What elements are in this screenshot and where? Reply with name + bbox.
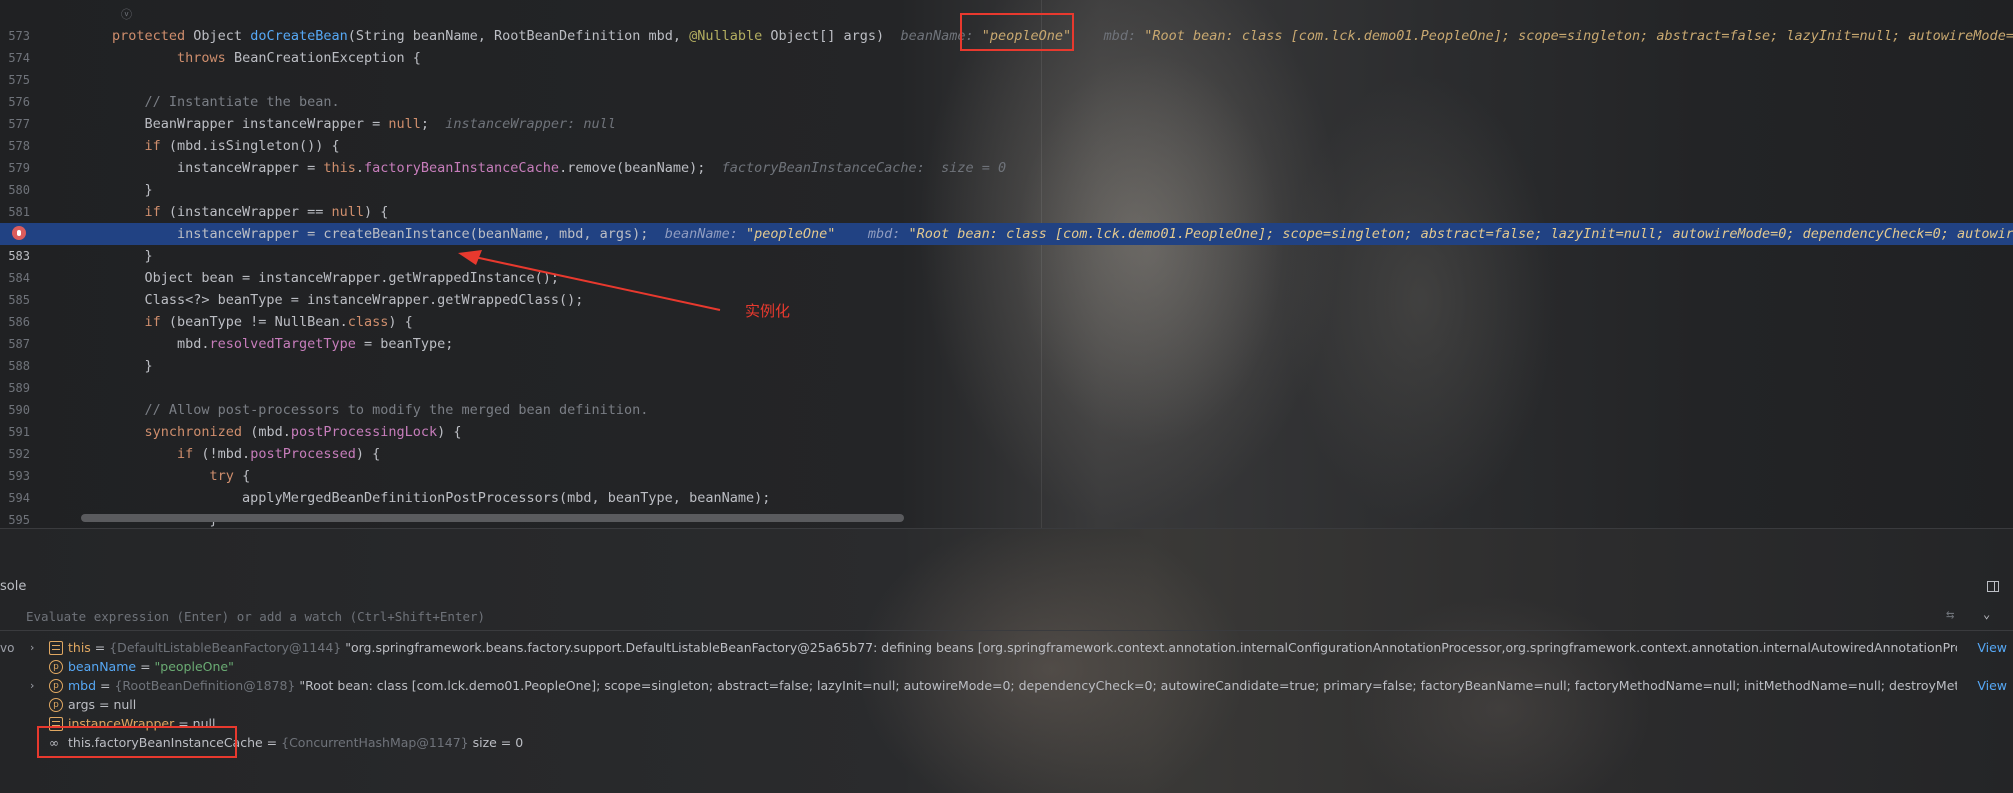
variable-type: {RootBeanDefinition@1878} [114, 678, 300, 693]
variable-value: "org.springframework.beans.factory.suppo… [345, 640, 1957, 655]
parameter-icon: p [49, 660, 63, 674]
annotation-label: 实例化 [745, 302, 791, 320]
equals-sign: = [90, 640, 110, 655]
variable-type: {ConcurrentHashMap@1147} [281, 735, 473, 750]
variable-name: this [68, 640, 91, 655]
layout-icon[interactable] [1987, 581, 1999, 592]
code-editor[interactable]: 573 protected Object doCreateBean(String … [0, 0, 2013, 528]
variable-name: args [68, 697, 96, 712]
equals-sign: = [262, 735, 282, 750]
tab-console[interactable]: sole [0, 576, 26, 598]
equals-sign: = [95, 697, 114, 712]
annotation-arrow [458, 250, 721, 311]
add-watch-icon[interactable]: ⇆ [1946, 607, 1954, 623]
evaluate-expression-input[interactable] [14, 605, 1938, 627]
variable-type: {DefaultListableBeanFactory@1144} [109, 640, 346, 655]
annotation-box-instancewrapper [37, 726, 237, 758]
horizontal-scrollbar[interactable] [81, 514, 904, 522]
parameter-icon: p [49, 679, 63, 693]
equals-sign: = [136, 659, 155, 674]
variable-value: "Root bean: class [com.lck.demo01.People… [299, 678, 1957, 693]
equals-sign: = [96, 678, 115, 693]
variable-value: size = 0 [472, 735, 524, 750]
local-variable-icon [49, 641, 63, 655]
variable-name: mbd [68, 678, 97, 693]
variable-value: null [113, 697, 137, 712]
variable-row-this-factorybeaninstancecache[interactable]: ∞ this.factoryBeanInstanceCache = {Concur… [0, 731, 2013, 755]
evaluate-bar: ⇆ ⌄ [0, 601, 2013, 631]
variable-value: "peopleOne" [154, 659, 234, 674]
debugger-panel: sole ⇆ ⌄ vo ›this = {DefaultListableBean… [0, 529, 2013, 793]
parameter-icon: p [49, 698, 63, 712]
variable-name: beanName [68, 659, 137, 674]
chevron-down-icon[interactable]: ⌄ [1983, 607, 1990, 621]
